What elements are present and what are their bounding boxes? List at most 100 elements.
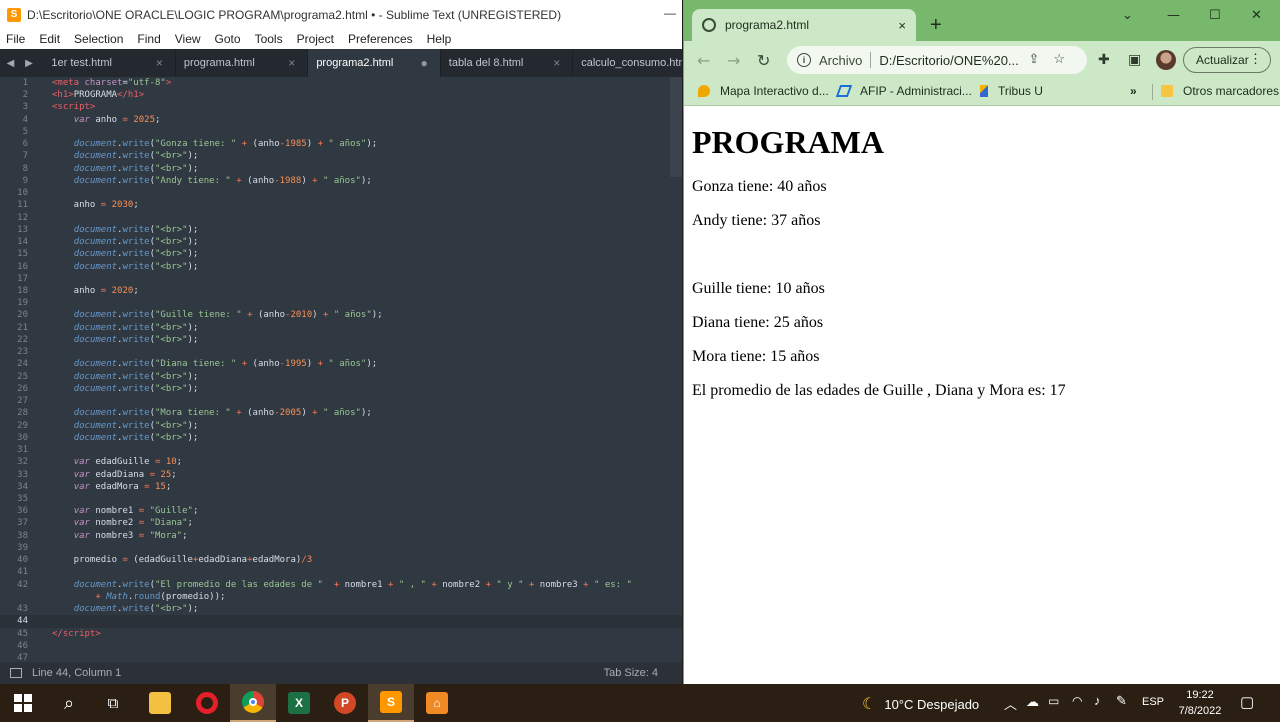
sublime-title-bar[interactable]: S D:\Escritorio\ONE ORACLE\LOGIC PROGRAM… (0, 0, 682, 29)
output-line-gonza: Gonza tiene: 40 años (692, 178, 827, 195)
task-view-button[interactable]: ⧉ (90, 684, 136, 722)
menu-edit[interactable]: Edit (39, 32, 60, 46)
forward-arrow-icon[interactable]: → (727, 51, 740, 70)
line-number: 4 (22, 114, 28, 125)
update-button[interactable]: Actualizar ⋮ (1183, 47, 1271, 73)
tab-close-icon[interactable]: × (156, 56, 163, 70)
code-editor[interactable]: 1 <meta charset="utf-8"> 2 <h1>PROGRAMA</h… (0, 77, 682, 662)
start-button[interactable] (0, 684, 46, 722)
notifications-icon[interactable]: ▢ (1240, 693, 1254, 711)
line-number: 32 (17, 457, 28, 468)
weather-widget[interactable]: ☾ 10°C Despejado (862, 694, 979, 714)
wifi-icon[interactable]: ◠ (1072, 694, 1082, 708)
line-number: 14 (17, 237, 28, 248)
menu-goto[interactable]: Goto (215, 32, 241, 46)
bookmark-mapa-interactivo[interactable]: Mapa Interactivo d... (698, 84, 829, 98)
bookmark-label: AFIP - Administraci... (860, 84, 972, 98)
tab-unsaved-dot-icon[interactable]: ● (421, 56, 428, 70)
line-number: 38 (17, 530, 28, 541)
code-line: promedio = (edadGuille+edadDiana+edadMor… (52, 555, 313, 566)
bookmark-tribus-u[interactable]: Tribus U (980, 84, 1043, 98)
tab-programa2[interactable]: programa2.html ● (308, 49, 441, 77)
menu-find[interactable]: Find (137, 32, 160, 46)
sublime-text-window: S D:\Escritorio\ONE ORACLE\LOGIC PROGRAM… (0, 0, 682, 684)
side-panel-icon[interactable]: ▣ (1128, 52, 1141, 68)
tab-scroll-arrows-icon[interactable]: ◀ ▶ (0, 49, 43, 77)
menu-preferences[interactable]: Preferences (348, 32, 413, 46)
search-button[interactable]: ⌕ (46, 684, 92, 722)
line-number: 41 (17, 567, 28, 578)
chrome-window: programa2.html × + ⌄ — ☐ ✕ ← → ↻ i Archi… (683, 0, 1280, 684)
line-number: 37 (17, 518, 28, 529)
tray-chevron-icon[interactable]: ︿ (1004, 694, 1017, 713)
output-line-promedio: El promedio de las edades de Guille , Di… (692, 382, 1066, 399)
taskbar-excel[interactable]: X (276, 684, 322, 722)
address-bar[interactable]: i Archivo D:/Escritorio/ONE%20... ⇪☆ (787, 46, 1087, 74)
bookmark-afip[interactable]: AFIP - Administraci... (835, 84, 972, 98)
panel-toggle-icon[interactable] (10, 668, 22, 678)
share-and-bookmark-star-icons[interactable]: ⇪☆ (1028, 51, 1079, 67)
other-bookmarks-folder[interactable]: Otros marcadores (1161, 84, 1279, 98)
file-explorer-icon (149, 692, 171, 714)
pdf-app-icon: ⌂ (426, 692, 448, 714)
code-line: document.write("<br>"); (73, 604, 199, 615)
line-number: 24 (17, 359, 28, 370)
line-number: 25 (17, 371, 28, 382)
menu-help[interactable]: Help (427, 32, 452, 46)
taskbar-file-explorer[interactable] (137, 684, 183, 722)
close-window-button[interactable]: ✕ (1251, 8, 1262, 23)
pen-icon[interactable]: ✎ (1116, 693, 1127, 709)
tab-close-icon[interactable]: × (288, 56, 295, 70)
tab-close-icon[interactable]: × (553, 56, 560, 70)
code-line: <script> (52, 102, 96, 113)
taskbar-powerpoint[interactable]: P (322, 684, 368, 722)
menu-view[interactable]: View (175, 32, 201, 46)
page-heading: PROGRAMA (692, 124, 884, 160)
back-arrow-icon[interactable]: ← (697, 51, 710, 70)
volume-icon[interactable]: ♪ (1094, 693, 1101, 708)
extensions-puzzle-icon[interactable]: ✚ (1098, 52, 1110, 68)
language-indicator[interactable]: ESP (1142, 696, 1164, 708)
clock[interactable]: 19:22 7/8/2022 (1170, 687, 1230, 719)
taskbar-sublime[interactable]: S (368, 684, 414, 722)
reload-icon[interactable]: ↻ (757, 51, 770, 70)
tab-tabla-del-8[interactable]: tabla del 8.html × (441, 49, 574, 77)
maximize-button[interactable]: ☐ (1209, 8, 1221, 23)
more-bookmarks-chevron-icon[interactable]: » (1130, 84, 1137, 98)
code-line: var anho = 2025; (73, 114, 161, 125)
info-icon[interactable]: i (797, 53, 811, 67)
taskbar-opera[interactable] (184, 684, 230, 722)
menu-project[interactable]: Project (297, 32, 334, 46)
kebab-menu-icon[interactable]: ⋮ (1249, 51, 1262, 67)
map-pin-icon (698, 85, 710, 97)
code-line: document.write("Andy tiene: " + (anho-19… (73, 175, 372, 186)
sublime-icon: S (380, 691, 402, 713)
menu-tools[interactable]: Tools (255, 32, 283, 46)
code-line: var edadGuille = 10; (73, 457, 183, 468)
chrome-tab-strip: programa2.html × + ⌄ — ☐ ✕ (684, 0, 1280, 41)
taskbar-pdf-app[interactable]: ⌂ (414, 684, 460, 722)
line-number: 21 (17, 322, 28, 333)
line-number: 23 (17, 347, 28, 358)
line-number: 17 (17, 273, 28, 284)
tab-size-selector[interactable]: Tab Size: 4 (604, 667, 658, 679)
line-number: 26 (17, 383, 28, 394)
tab-programa[interactable]: programa.html × (176, 49, 309, 77)
battery-icon[interactable]: ▭ (1048, 694, 1059, 708)
new-tab-button[interactable]: + (930, 14, 942, 37)
moon-icon: ☾ (862, 696, 877, 713)
sublime-minimize-button[interactable]: — (664, 6, 676, 20)
menu-selection[interactable]: Selection (74, 32, 123, 46)
onedrive-cloud-icon[interactable]: ☁ (1026, 694, 1039, 710)
profile-avatar[interactable] (1156, 50, 1176, 70)
chrome-tab-programa2[interactable]: programa2.html × (692, 9, 916, 41)
tab-1er-test[interactable]: 1er test.html × (43, 49, 176, 77)
minimize-button[interactable]: — (1167, 8, 1180, 23)
code-line: document.write("<br>"); (73, 261, 199, 272)
tab-calculo-consumo[interactable]: calculo_consumo.htm (573, 49, 682, 77)
tab-search-chevron-icon[interactable]: ⌄ (1122, 8, 1133, 23)
taskbar-chrome[interactable] (230, 684, 276, 722)
clock-time: 19:22 (1186, 689, 1214, 701)
menu-file[interactable]: File (6, 32, 25, 46)
close-tab-icon[interactable]: × (898, 18, 906, 33)
